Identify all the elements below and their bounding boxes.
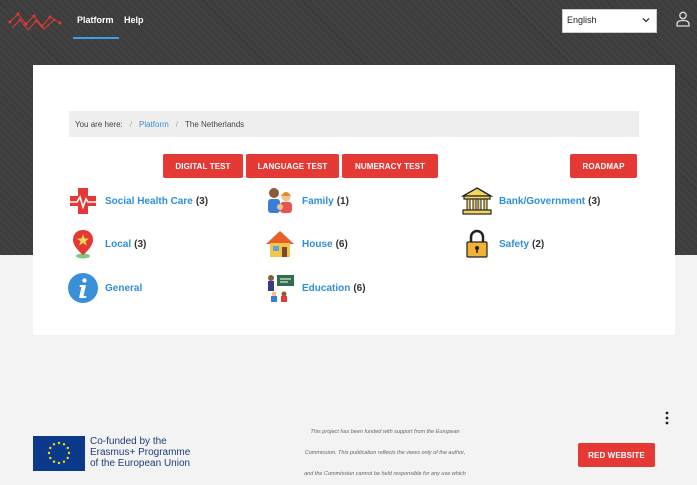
- family-icon: [264, 185, 296, 217]
- breadcrumb-separator: /: [129, 119, 132, 129]
- category-label: Education: [302, 282, 351, 294]
- numeracy-test-button[interactable]: NUMERACY TEST: [342, 154, 438, 178]
- category-bank-government[interactable]: Bank/Government (3): [461, 184, 600, 218]
- category-general[interactable]: General: [67, 271, 145, 305]
- digital-test-button[interactable]: DIGITAL TEST: [163, 154, 243, 178]
- breadcrumb: You are here: / Platform / The Netherlan…: [69, 111, 639, 137]
- category-label: Social Health Care: [105, 195, 193, 207]
- category-safety[interactable]: Safety (2): [461, 227, 544, 261]
- category-count: (3): [134, 238, 147, 250]
- padlock-icon: [461, 228, 493, 260]
- breadcrumb-separator: /: [175, 119, 179, 129]
- top-navbar: Platform Help English: [0, 0, 697, 42]
- category-education[interactable]: Education (6): [264, 271, 366, 305]
- house-icon: [264, 228, 296, 260]
- language-test-button[interactable]: LANGUAGE TEST: [246, 154, 339, 178]
- category-count: (6): [335, 238, 348, 250]
- eu-funding-text: Co-funded by the Erasmus+ Programme of t…: [90, 436, 190, 469]
- red-website-button[interactable]: RED WEBSITE: [578, 443, 655, 467]
- category-local[interactable]: Local (3): [67, 227, 146, 261]
- funding-disclaimer: This project has been funded with suppor…: [270, 422, 500, 485]
- user-account-icon[interactable]: [676, 11, 690, 27]
- platform-content-card: You are here: / Platform / The Netherlan…: [33, 65, 675, 335]
- more-options-icon[interactable]: [664, 411, 670, 425]
- category-label: Bank/Government: [499, 195, 586, 207]
- info-icon: [67, 272, 99, 304]
- classroom-icon: [264, 272, 296, 304]
- chevron-down-icon: [642, 18, 650, 23]
- category-label: Family: [302, 195, 334, 207]
- category-house[interactable]: House (6): [264, 227, 348, 261]
- nav-link-platform[interactable]: Platform: [77, 15, 114, 25]
- category-label: Safety: [499, 238, 530, 250]
- language-select[interactable]: English: [562, 9, 657, 33]
- category-label: Local: [105, 238, 132, 250]
- category-social-health-care[interactable]: Social Health Care (3): [67, 184, 208, 218]
- eu-text-line: Erasmus+ Programme: [90, 447, 191, 458]
- category-count: (3): [195, 195, 209, 207]
- category-count: (6): [353, 282, 366, 294]
- breadcrumb-prefix: You are here:: [75, 119, 123, 129]
- map-pin-icon: [67, 228, 99, 260]
- breadcrumb-link-platform[interactable]: Platform: [139, 120, 169, 129]
- active-nav-indicator: [73, 37, 119, 39]
- disclaimer-line: This project has been funded with suppor…: [310, 429, 460, 435]
- language-select-value: English: [567, 15, 597, 25]
- bank-building-icon: [461, 185, 493, 217]
- eu-text-line: Co-funded by the: [90, 436, 167, 447]
- category-count: (2): [532, 238, 545, 250]
- category-label: General: [105, 282, 143, 294]
- eu-text-line: of the European Union: [90, 458, 191, 469]
- category-label: House: [302, 238, 333, 250]
- disclaimer-line: Commission. This publication reflects th…: [304, 450, 466, 456]
- nav-link-help[interactable]: Help: [124, 15, 144, 25]
- eu-flag-icon: [33, 436, 85, 471]
- category-count: (1): [336, 195, 349, 207]
- platform-logo-icon[interactable]: [8, 8, 62, 34]
- disclaimer-line: and the Commission cannot be held respon…: [304, 471, 466, 477]
- category-family[interactable]: Family (1): [264, 184, 349, 218]
- roadmap-button[interactable]: ROADMAP: [570, 154, 637, 178]
- category-count: (3): [588, 195, 601, 207]
- medical-cross-icon: [67, 185, 99, 217]
- breadcrumb-current: The Netherlands: [185, 119, 245, 129]
